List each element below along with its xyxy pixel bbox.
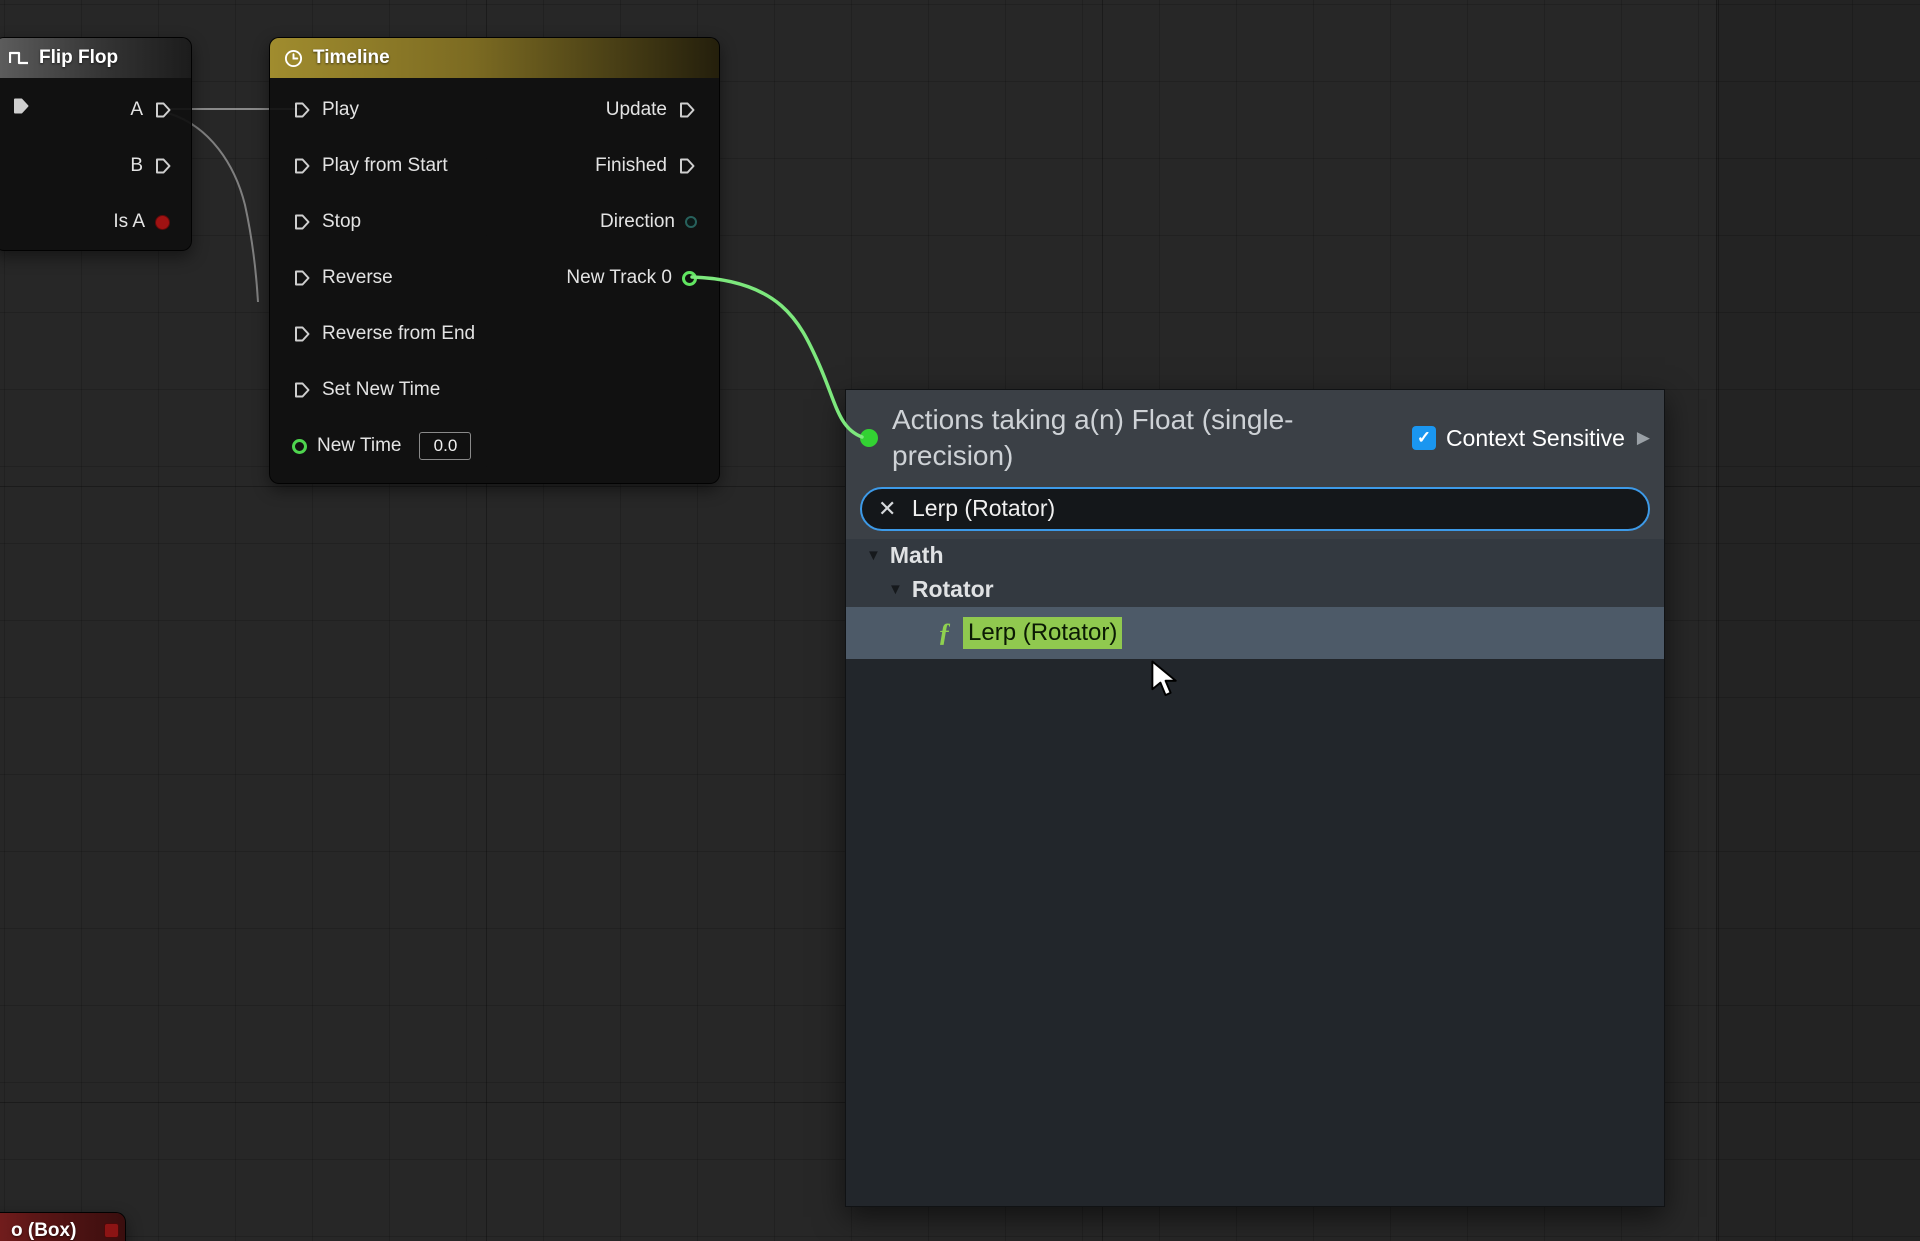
context-sensitive-label: Context Sensitive — [1446, 425, 1625, 452]
tree-label-math: Math — [890, 542, 944, 569]
exec-input-pin[interactable] — [11, 96, 31, 116]
pin-label-set-new-time: Set New Time — [322, 379, 440, 401]
box-event-header[interactable]: o (Box) — [0, 1213, 125, 1241]
node-overlap-box-event[interactable]: o (Box) — [0, 1212, 126, 1241]
timeline-row-stop-direction: Stop Direction — [270, 194, 719, 250]
tree-label-lerp-rotator: Lerp (Rotator) — [963, 617, 1122, 649]
bool-output-pin-is-a[interactable] — [155, 215, 170, 230]
tree-label-rotator: Rotator — [912, 576, 994, 603]
timeline-row-play-update: Play Update — [270, 82, 719, 138]
pin-row-b: B — [0, 138, 191, 194]
check-icon: ✓ — [1417, 428, 1431, 448]
collapse-triangle-icon[interactable]: ▼ — [866, 547, 881, 564]
node-timeline[interactable]: Timeline Play Update Play from Start — [269, 37, 720, 484]
pin-label-direction: Direction — [600, 211, 675, 233]
tree-category-rotator[interactable]: ▼ Rotator — [846, 573, 1664, 607]
exec-input-pin-reverse-from-end[interactable] — [292, 324, 312, 344]
enum-output-pin-direction[interactable] — [685, 216, 697, 228]
pin-row-is-a: Is A — [0, 194, 191, 250]
collapse-triangle-icon[interactable]: ▼ — [888, 581, 903, 598]
blueprint-action-menu: Actions taking a(n) Float (single-precis… — [845, 389, 1665, 1207]
graph-right-shade — [1716, 0, 1920, 1241]
pin-label-b: B — [130, 155, 143, 177]
pin-label-new-track-0: New Track 0 — [566, 267, 672, 289]
timeline-row-reverse-from-end: Reverse from End — [270, 306, 719, 362]
exec-input-pin-play-from-start[interactable] — [292, 156, 312, 176]
flip-flop-header[interactable]: Flip Flop — [0, 38, 191, 78]
pin-label-update: Update — [606, 99, 667, 121]
tree-category-math[interactable]: ▼ Math — [846, 539, 1664, 573]
action-menu-header: Actions taking a(n) Float (single-precis… — [846, 390, 1664, 539]
exec-output-pin-finished[interactable] — [677, 156, 697, 176]
timeline-row-playfromstart-finished: Play from Start Finished — [270, 138, 719, 194]
exec-output-pin-a[interactable] — [153, 100, 173, 120]
float-output-pin-new-track-0[interactable] — [682, 271, 697, 286]
action-menu-title: Actions taking a(n) Float (single-precis… — [892, 402, 1368, 475]
timeline-row-new-time: New Time 0.0 — [270, 418, 719, 474]
pin-label-a: A — [130, 99, 143, 121]
action-search: ✕ — [860, 487, 1650, 531]
context-sensitive-checkbox[interactable]: ✓ — [1412, 426, 1436, 450]
blueprint-graph-canvas[interactable]: Flip Flop A B Is A — [0, 0, 1920, 1241]
clock-icon — [284, 49, 303, 68]
exec-input-pin-play[interactable] — [292, 100, 312, 120]
exec-output-pin-update[interactable] — [677, 100, 697, 120]
action-search-input[interactable] — [860, 487, 1650, 531]
node-title: o (Box) — [11, 1220, 76, 1241]
dragged-pin-dot — [860, 429, 878, 447]
pin-label-reverse: Reverse — [322, 267, 393, 289]
pin-label-is-a: Is A — [113, 211, 145, 233]
pin-label-stop: Stop — [322, 211, 361, 233]
flip-flop-body: A B Is A — [0, 78, 191, 250]
node-title: Timeline — [313, 47, 390, 69]
exec-input-pin-reverse[interactable] — [292, 268, 312, 288]
delegate-pin[interactable] — [104, 1223, 119, 1238]
tree-item-lerp-rotator[interactable]: ƒ Lerp (Rotator) — [846, 607, 1664, 659]
submenu-arrow-icon[interactable]: ▶ — [1637, 428, 1650, 448]
node-flip-flop[interactable]: Flip Flop A B Is A — [0, 37, 192, 251]
action-list: ▼ Math ▼ Rotator ƒ Lerp (Rotator) — [846, 539, 1664, 1206]
timeline-row-reverse-newtrack: Reverse New Track 0 — [270, 250, 719, 306]
new-time-value-box[interactable]: 0.0 — [419, 432, 471, 460]
pin-label-new-time: New Time — [317, 435, 401, 457]
function-icon: ƒ — [938, 618, 951, 648]
context-sensitive-group: ✓ Context Sensitive ▶ — [1412, 425, 1650, 452]
clear-search-icon[interactable]: ✕ — [878, 496, 896, 522]
float-input-pin-new-time[interactable] — [292, 439, 307, 454]
flipflop-icon — [9, 49, 29, 67]
pin-label-finished: Finished — [595, 155, 667, 177]
exec-output-pin-b[interactable] — [153, 156, 173, 176]
pin-label-play-from-start: Play from Start — [322, 155, 448, 177]
exec-input-pin-set-new-time[interactable] — [292, 380, 312, 400]
exec-input-pin-stop[interactable] — [292, 212, 312, 232]
timeline-row-set-new-time: Set New Time — [270, 362, 719, 418]
timeline-header[interactable]: Timeline — [270, 38, 719, 78]
pin-label-play: Play — [322, 99, 359, 121]
pin-label-reverse-from-end: Reverse from End — [322, 323, 475, 345]
node-title: Flip Flop — [39, 47, 118, 69]
timeline-body: Play Update Play from Start Finished — [270, 78, 719, 474]
